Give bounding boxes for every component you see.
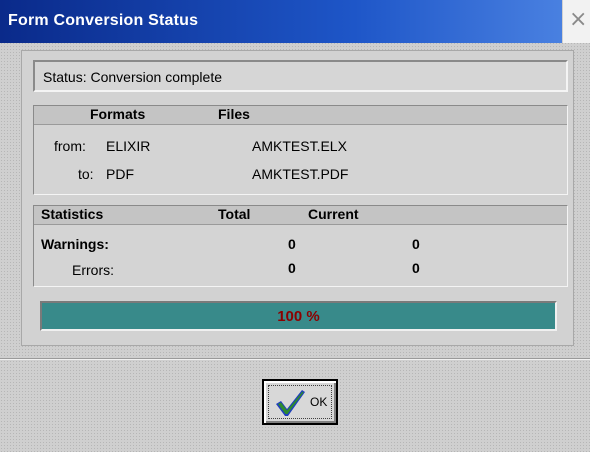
statistics-group: Statistics Total Current Warnings: 0 0 E… bbox=[33, 205, 568, 287]
window-title: Form Conversion Status bbox=[8, 12, 199, 29]
statistics-header bbox=[34, 206, 567, 225]
status-label: Status: bbox=[43, 69, 87, 85]
ok-label: OK bbox=[310, 395, 328, 409]
status-box: Status: Conversion complete bbox=[33, 60, 568, 92]
to-format: PDF bbox=[106, 166, 134, 182]
current-column-header: Current bbox=[308, 206, 359, 222]
to-file: AMKTEST.PDF bbox=[252, 166, 349, 182]
close-icon: × bbox=[569, 7, 588, 32]
from-label: from: bbox=[54, 138, 86, 154]
warnings-label: Warnings: bbox=[41, 236, 109, 252]
from-format: ELIXIR bbox=[106, 138, 151, 154]
formats-group: Formats Files from: ELIXIR AMKTEST.ELX t… bbox=[33, 105, 568, 195]
form-conversion-status-dialog: Form Conversion Status × Status: Convers… bbox=[0, 0, 590, 452]
status-value: Conversion complete bbox=[90, 69, 222, 85]
title-bar[interactable]: Form Conversion Status × bbox=[0, 0, 590, 43]
statistics-column-header: Statistics bbox=[41, 206, 104, 222]
warnings-total: 0 bbox=[288, 236, 296, 252]
checkmark-icon bbox=[276, 390, 305, 416]
close-button[interactable]: × bbox=[562, 0, 590, 43]
separator bbox=[0, 358, 590, 360]
ok-button[interactable]: OK bbox=[262, 379, 338, 425]
progress-bar: 100 % bbox=[40, 301, 557, 331]
progress-label: 100 % bbox=[277, 308, 320, 325]
errors-current: 0 bbox=[412, 260, 420, 276]
to-label: to: bbox=[78, 166, 94, 182]
warnings-current: 0 bbox=[412, 236, 420, 252]
errors-label: Errors: bbox=[72, 262, 114, 278]
formats-column-header: Formats bbox=[90, 106, 146, 122]
status-line: Status: Conversion complete bbox=[43, 69, 222, 85]
from-file: AMKTEST.ELX bbox=[252, 138, 347, 154]
total-column-header: Total bbox=[218, 206, 251, 222]
errors-total: 0 bbox=[288, 260, 296, 276]
files-column-header: Files bbox=[218, 106, 250, 122]
